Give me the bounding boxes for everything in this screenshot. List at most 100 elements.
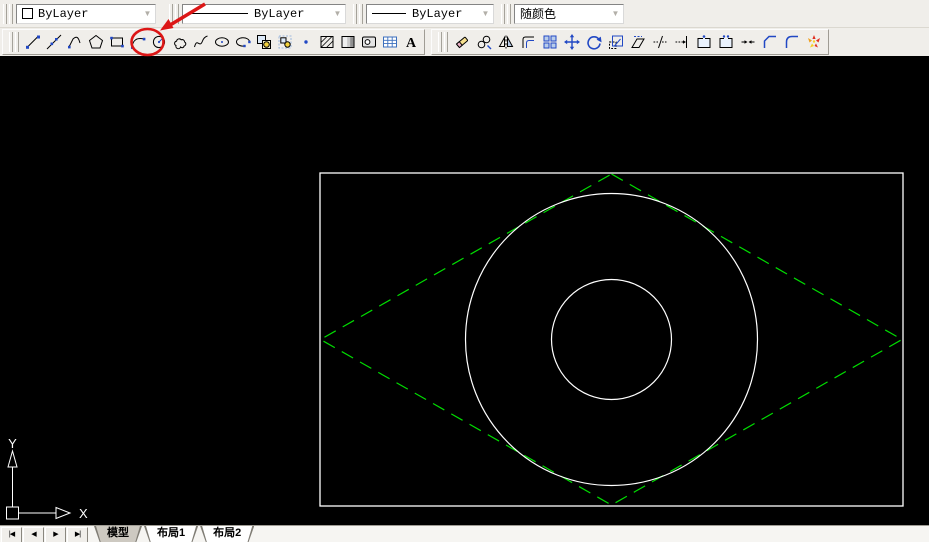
rectangle-tool-button[interactable] [106,30,127,54]
inner-circle-entity[interactable] [552,280,672,400]
modify-tools-group [451,30,825,54]
plot-style-control-value: 随颜色 [520,5,556,22]
table-tool-button[interactable] [379,30,400,54]
toolbar-grip[interactable] [352,4,364,24]
previous-tab-button[interactable]: ◀ [23,527,44,542]
dashed-diamond-entity[interactable] [321,174,903,505]
arc-tool-button[interactable] [127,30,148,54]
explode-tool-button[interactable] [803,30,825,54]
ucs-y-axis-label: Y [8,436,17,451]
linetype-control-dropdown[interactable]: ByLayer ▼ [182,4,346,24]
explode-icon [806,34,822,50]
chevron-down-icon[interactable]: ▼ [330,5,345,23]
plot-style-control-dropdown[interactable]: 随颜色 ▼ [514,4,624,24]
insert-block-tool-button[interactable] [253,30,274,54]
tab-布局2[interactable]: 布局2 [200,526,254,542]
linetype-control-value: ByLayer [254,7,304,21]
linetype-preview-line-icon [188,13,248,14]
construction-line-tool-button[interactable] [43,30,64,54]
tab-模型[interactable]: 模型 [94,526,142,542]
ellipse-arc-tool-button[interactable] [232,30,253,54]
color-control-dropdown[interactable]: ByLayer ▼ [16,4,156,24]
spline-icon [193,34,209,50]
point-tool-button[interactable] [295,30,316,54]
color-control-value: ByLayer [38,7,88,21]
copy-icon [476,34,492,50]
next-tab-button[interactable]: ▶ [45,527,66,542]
chamfer-tool-button[interactable] [759,30,781,54]
application-window: ByLayer ▼ ByLayer ▼ ByLayer ▼ 随颜色 ▼ A [0,0,929,542]
stretch-icon [630,34,646,50]
layout-tabs: 模型 布局1布局2 [92,526,254,542]
toolbar-grip[interactable] [437,32,449,52]
region-tool-button[interactable] [358,30,379,54]
ucs-icon [7,451,71,519]
arc-icon [130,34,146,50]
rotate-tool-button[interactable] [583,30,605,54]
break-at-point-icon [696,34,712,50]
insert-block-icon [256,34,272,50]
scale-icon [608,34,624,50]
toolbar-grip[interactable] [2,4,14,24]
tab-label: 模型 [107,527,129,539]
make-block-tool-button[interactable] [274,30,295,54]
toolbar-grip[interactable] [168,4,180,24]
rectangle-entity[interactable] [320,173,903,506]
draw-toolbar: A [2,29,425,55]
color-swatch-icon [22,8,33,19]
outer-circle-entity[interactable] [466,194,758,486]
join-tool-button[interactable] [737,30,759,54]
spline-tool-button[interactable] [190,30,211,54]
chevron-down-icon[interactable]: ▼ [608,5,623,23]
stretch-tool-button[interactable] [627,30,649,54]
chevron-down-icon[interactable]: ▼ [478,5,493,23]
toolbar-grip[interactable] [500,4,512,24]
join-icon [740,34,756,50]
chamfer-icon [762,34,778,50]
array-tool-button[interactable] [539,30,561,54]
point-icon [298,34,314,50]
extend-icon [674,34,690,50]
array-icon [542,34,558,50]
tab-布局1[interactable]: 布局1 [144,526,198,542]
fillet-tool-button[interactable] [781,30,803,54]
polyline-tool-button[interactable] [64,30,85,54]
erase-icon [454,34,470,50]
mirror-icon [498,34,514,50]
scale-tool-button[interactable] [605,30,627,54]
lineweight-control-dropdown[interactable]: ByLayer ▼ [366,4,494,24]
mirror-tool-button[interactable] [495,30,517,54]
erase-tool-button[interactable] [451,30,473,54]
polygon-tool-button[interactable] [85,30,106,54]
circle-tool-button[interactable] [148,30,169,54]
ellipse-tool-button[interactable] [211,30,232,54]
trim-tool-button[interactable] [649,30,671,54]
ellipse-icon [214,34,230,50]
hatch-icon [319,34,335,50]
toolbar-grip[interactable] [8,32,20,52]
last-tab-button[interactable]: ▶| [67,527,88,542]
line-tool-button[interactable] [22,30,43,54]
hatch-tool-button[interactable] [316,30,337,54]
trim-icon [652,34,668,50]
revision-cloud-icon [172,34,188,50]
multiline-text-tool-button[interactable]: A [400,30,421,54]
draw-tools-group: A [22,30,421,54]
table-icon [382,34,398,50]
lineweight-preview-line-icon [372,13,406,14]
extend-tool-button[interactable] [671,30,693,54]
lineweight-control-value: ByLayer [412,7,462,21]
chevron-down-icon[interactable]: ▼ [140,5,155,23]
break-tool-button[interactable] [715,30,737,54]
model-space-canvas[interactable]: Y X [0,56,929,525]
ucs-x-axis-label: X [79,506,88,521]
copy-tool-button[interactable] [473,30,495,54]
first-tab-button[interactable]: |◀ [1,527,22,542]
break-at-point-tool-button[interactable] [693,30,715,54]
make-block-icon [277,34,293,50]
move-tool-button[interactable] [561,30,583,54]
construction-line-icon [46,34,62,50]
gradient-tool-button[interactable] [337,30,358,54]
revision-cloud-tool-button[interactable] [169,30,190,54]
offset-tool-button[interactable] [517,30,539,54]
